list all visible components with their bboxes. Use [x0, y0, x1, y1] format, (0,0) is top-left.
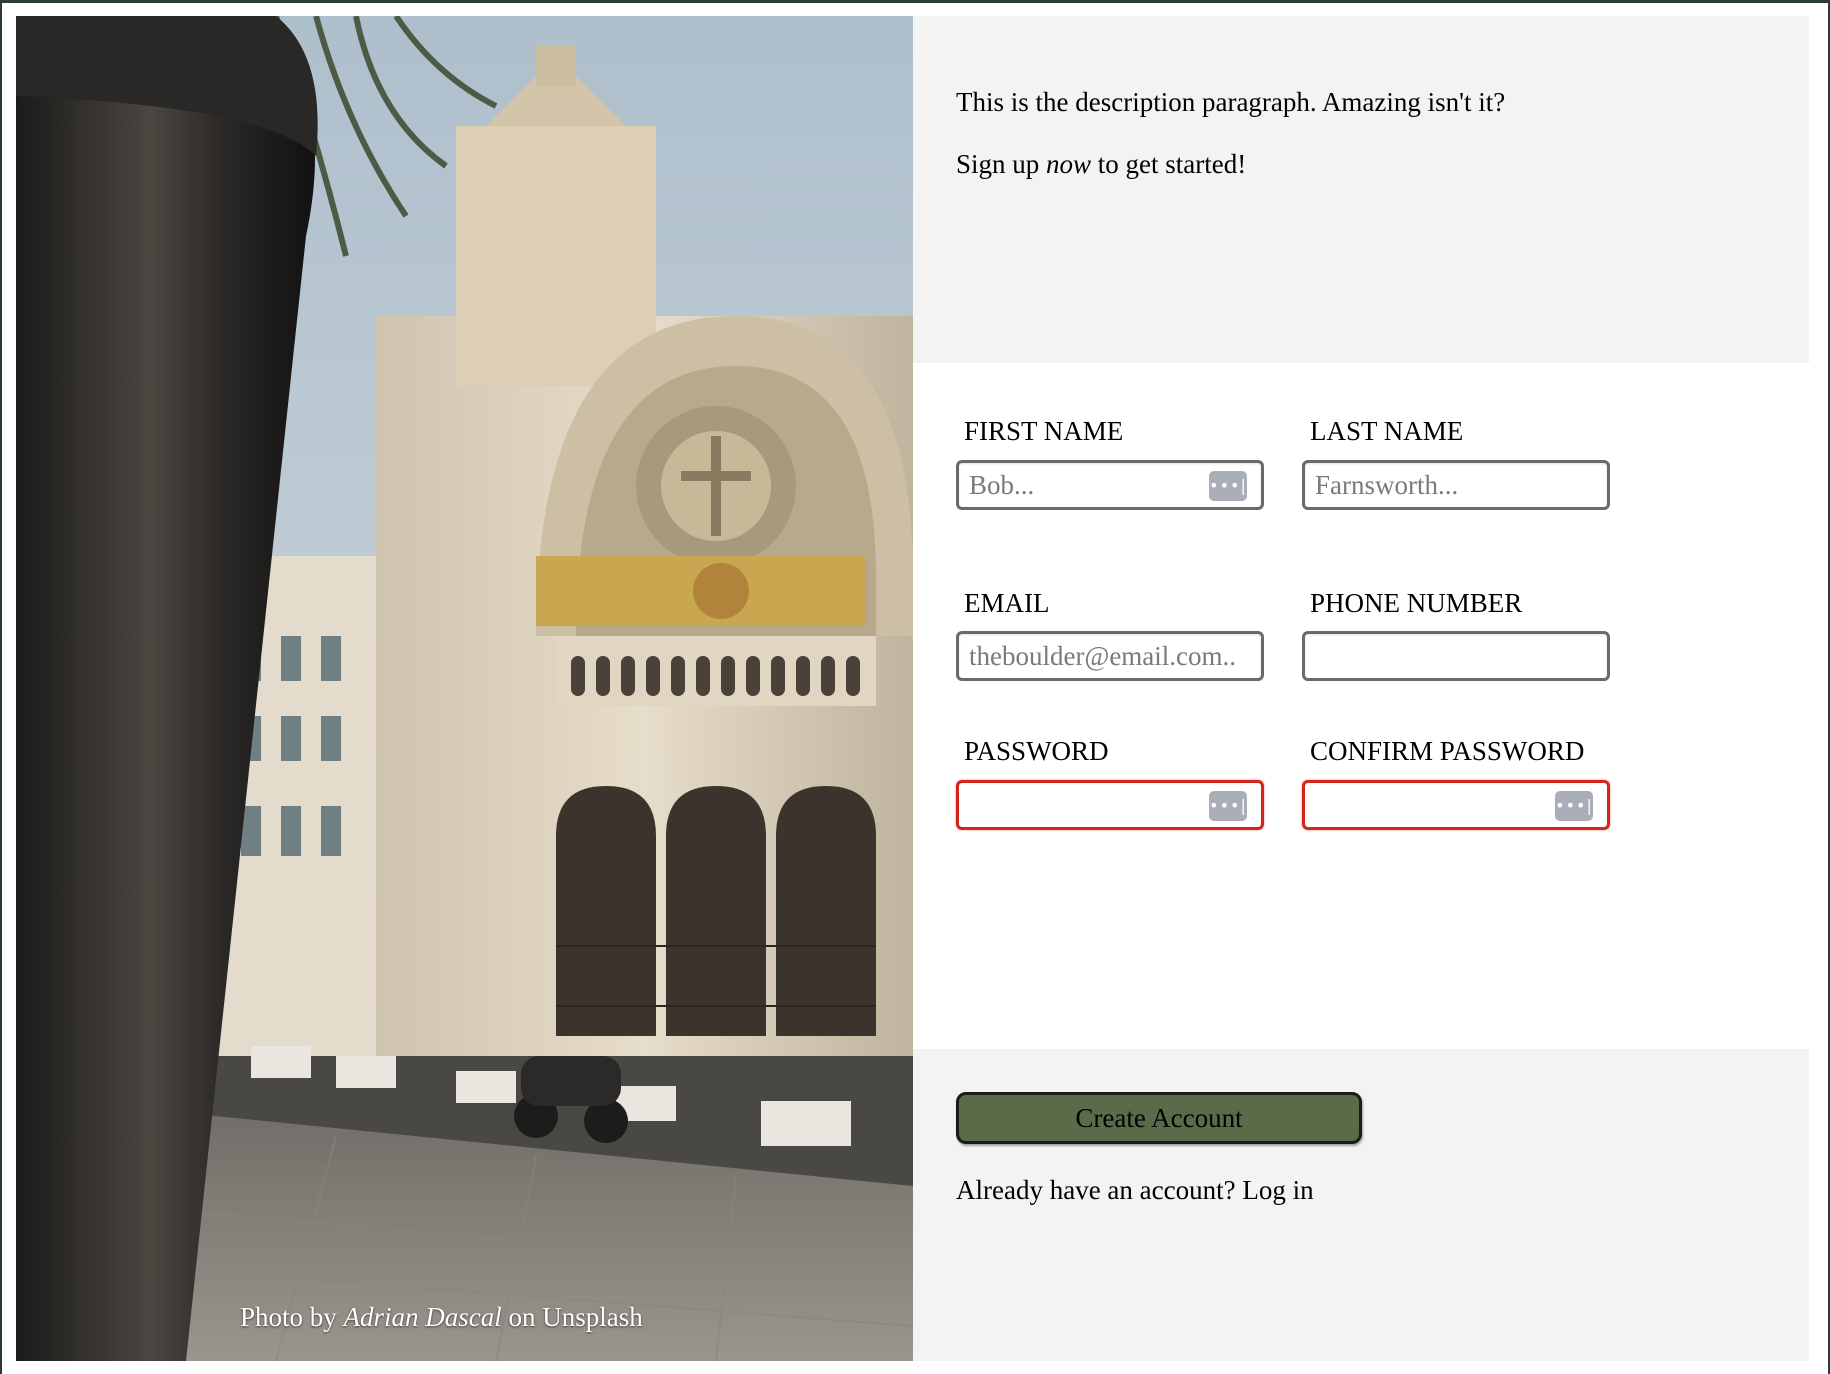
login-prompt-text: Already have an account? — [956, 1175, 1243, 1205]
photo-credit: Photo by Adrian Dascal on Unsplash — [240, 1302, 643, 1333]
photo-credit-suffix: on Unsplash — [501, 1302, 643, 1332]
last-name-field[interactable]: Farnsworth... — [1302, 460, 1610, 510]
description-paragraph: This is the description paragraph. Amazi… — [956, 87, 1506, 117]
window-border-left — [0, 0, 2, 1374]
email-placeholder: theboulder@email.com.. — [969, 641, 1237, 671]
login-prompt: Already have an account? Log in — [956, 1172, 1314, 1208]
last-name-label: LAST NAME — [1310, 416, 1464, 446]
password-manager-key-icon[interactable]: •••| — [1209, 471, 1247, 501]
hero-photo: Photo by Adrian Dascal on Unsplash — [16, 16, 913, 1361]
intro-section — [913, 16, 1809, 363]
signup-page: Photo by Adrian Dascal on Unsplash This … — [0, 0, 1830, 1374]
confirm-password-label: CONFIRM PASSWORD — [1310, 736, 1585, 766]
signup-prompt-prefix: Sign up — [956, 149, 1047, 179]
create-account-button[interactable]: Create Account — [956, 1092, 1362, 1144]
window-border-top — [0, 0, 1830, 3]
email-field[interactable]: theboulder@email.com.. — [956, 631, 1264, 681]
signup-prompt-suffix: to get started! — [1091, 149, 1247, 179]
photo-credit-prefix: Photo by — [240, 1302, 344, 1332]
phone-number-label: PHONE NUMBER — [1310, 588, 1523, 618]
log-in-link[interactable]: Log in — [1242, 1175, 1313, 1205]
password-field[interactable]: •••| — [956, 780, 1264, 830]
photo-credit-author: Adrian Dascal — [343, 1302, 502, 1332]
password-label: PASSWORD — [964, 736, 1109, 766]
first-name-field[interactable]: Bob... •••| — [956, 460, 1264, 510]
first-name-label: FIRST NAME — [964, 416, 1124, 446]
first-name-placeholder: Bob... — [969, 470, 1035, 500]
last-name-placeholder: Farnsworth... — [1315, 470, 1459, 500]
cathedral-street-photo — [16, 16, 913, 1361]
phone-number-field[interactable] — [1302, 631, 1610, 681]
password-manager-key-icon[interactable]: •••| — [1555, 791, 1593, 821]
signup-prompt: Sign up now to get started! — [956, 146, 1246, 182]
signup-prompt-emphasis: now — [1046, 149, 1092, 179]
confirm-password-field[interactable]: •••| — [1302, 780, 1610, 830]
password-manager-key-icon[interactable]: •••| — [1209, 791, 1247, 821]
email-label: EMAIL — [964, 588, 1050, 618]
